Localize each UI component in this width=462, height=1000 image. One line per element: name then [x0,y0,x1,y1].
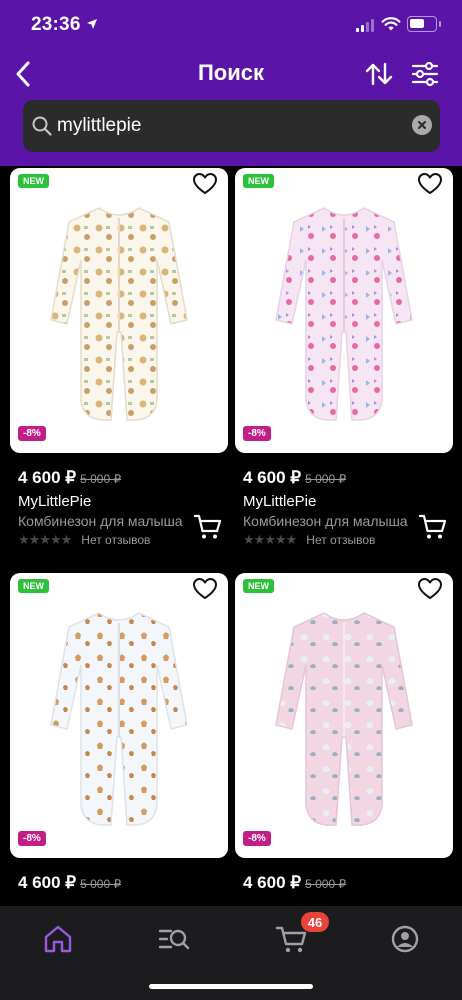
product-card[interactable]: NEW -8% 4 600 ₽5 000 ₽ [235,573,453,906]
price: 4 600 ₽ [18,873,77,892]
stars-icon: ★★★★★ [243,532,297,547]
brand-name: MyLittlePie [18,493,92,510]
new-badge: NEW [18,174,49,188]
product-card[interactable]: NEW -8% 4 600 ₽5 000 ₽ MyLittlePie Комби… [10,168,228,568]
price-row: 4 600 ₽5 000 ₽ [18,873,121,893]
home-indicator [149,984,313,989]
discount-badge: -8% [243,426,271,441]
cart-count-badge: 46 [301,912,329,932]
old-price: 5 000 ₽ [305,877,347,891]
rating: ★★★★★ Нет отзывов [18,532,150,548]
new-badge: NEW [243,579,274,593]
price: 4 600 ₽ [243,873,302,892]
product-name: Комбинезон для малыша [243,513,408,529]
wifi-icon [381,17,401,31]
romper-image [275,612,413,826]
discount-badge: -8% [243,831,271,846]
product-card[interactable]: NEW -8% 4 600 ₽5 000 ₽ MyLittlePie Комби… [235,168,453,568]
sort-arrows-icon [365,62,393,86]
search-icon [32,116,52,136]
product-image[interactable]: NEW -8% [10,168,228,453]
product-image[interactable]: NEW -8% [10,573,228,858]
heart-icon[interactable] [192,172,218,196]
brand-name: MyLittlePie [243,493,317,510]
location-arrow-icon [87,19,97,29]
search-bar [23,100,440,152]
catalog-search-icon[interactable] [157,922,191,956]
price-row: 4 600 ₽5 000 ₽ [18,468,121,488]
romper-image [50,207,188,421]
cellular-signal-icon [356,18,374,32]
search-input[interactable] [57,113,397,139]
old-price: 5 000 ₽ [80,472,122,486]
clear-search-button[interactable] [412,115,432,135]
romper-image [275,207,413,421]
price-row: 4 600 ₽5 000 ₽ [243,468,346,488]
reviews-text: Нет отзывов [306,533,376,547]
filter-sliders-icon [411,61,439,87]
profile-icon[interactable] [388,922,422,956]
home-icon[interactable] [41,922,75,956]
new-badge: NEW [18,579,49,593]
price-row: 4 600 ₽5 000 ₽ [243,873,346,893]
heart-icon[interactable] [192,577,218,601]
sort-button[interactable] [364,60,394,88]
status-bar: 23:36 [0,0,462,50]
product-image[interactable]: NEW -8% [235,573,453,858]
product-name: Комбинезон для малыша [18,513,183,529]
old-price: 5 000 ₽ [305,472,347,486]
add-to-cart-icon[interactable] [193,513,223,541]
price: 4 600 ₽ [18,468,77,487]
filter-button[interactable] [410,60,440,88]
product-card[interactable]: NEW -8% 4 600 ₽5 000 ₽ [10,573,228,906]
discount-badge: -8% [18,426,46,441]
status-time: 23:36 [31,14,81,35]
stars-icon: ★★★★★ [18,532,72,547]
header: 23:36 Поиск [0,0,462,166]
product-image[interactable]: NEW -8% [235,168,453,453]
rating: ★★★★★ Нет отзывов [243,532,375,548]
heart-icon[interactable] [417,577,443,601]
add-to-cart-icon[interactable] [418,513,448,541]
price: 4 600 ₽ [243,468,302,487]
new-badge: NEW [243,174,274,188]
old-price: 5 000 ₽ [80,877,122,891]
close-icon [418,121,426,129]
navigation-bar: Поиск [0,50,462,96]
heart-icon[interactable] [417,172,443,196]
battery-icon [407,16,441,32]
discount-badge: -8% [18,831,46,846]
reviews-text: Нет отзывов [81,533,151,547]
romper-image [50,612,188,826]
